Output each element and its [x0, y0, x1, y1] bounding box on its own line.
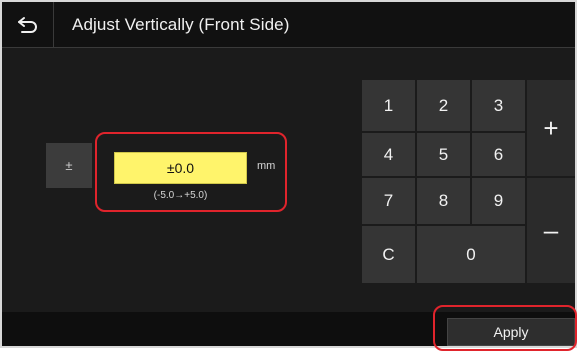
key-3[interactable]: 3: [472, 80, 525, 131]
key-9[interactable]: 9: [472, 178, 525, 224]
value-highlight-frame: [95, 132, 287, 212]
header-bar: Adjust Vertically (Front Side): [2, 2, 575, 48]
key-0[interactable]: 0: [417, 226, 525, 283]
key-7[interactable]: 7: [362, 178, 415, 224]
page-title: Adjust Vertically (Front Side): [72, 15, 290, 34]
minus-key[interactable]: –: [527, 178, 575, 283]
back-arrow-icon: [17, 16, 39, 34]
plus-minus-toggle-button[interactable]: ±: [46, 143, 92, 188]
plus-key[interactable]: +: [527, 80, 575, 176]
clear-key[interactable]: C: [362, 226, 415, 283]
device-screen: Adjust Vertically (Front Side) ± ±0.0 mm…: [0, 0, 577, 348]
key-2[interactable]: 2: [417, 80, 470, 131]
key-8[interactable]: 8: [417, 178, 470, 224]
key-5[interactable]: 5: [417, 133, 470, 176]
key-4[interactable]: 4: [362, 133, 415, 176]
key-1[interactable]: 1: [362, 80, 415, 131]
key-6[interactable]: 6: [472, 133, 525, 176]
apply-highlight-frame: [433, 305, 577, 351]
back-button[interactable]: [2, 2, 54, 47]
